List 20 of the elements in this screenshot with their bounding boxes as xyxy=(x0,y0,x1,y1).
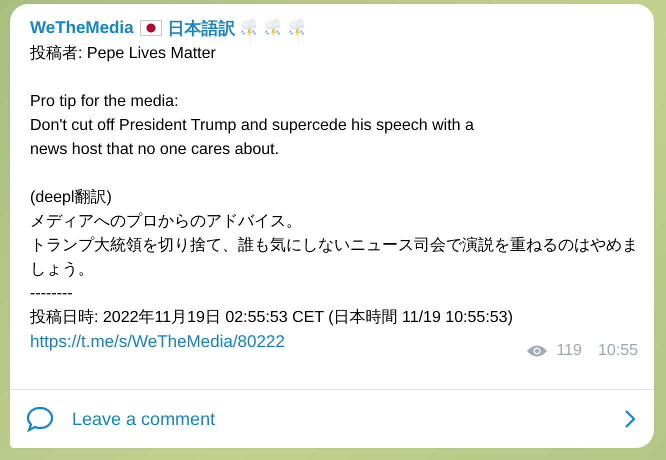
message-text: -------- xyxy=(30,284,73,304)
leave-comment-link[interactable]: Leave a comment xyxy=(72,408,606,430)
message-text: news host that no one cares about. xyxy=(30,140,280,160)
message-text: Pro tip for the media: xyxy=(30,92,179,112)
message-text: 投稿者: Pepe Lives Matter xyxy=(30,44,216,64)
view-count: 119 xyxy=(556,342,582,360)
channel-suffix[interactable]: 日本語訳 xyxy=(168,16,236,40)
japan-flag-icon xyxy=(140,20,162,36)
message-time: 10:55 xyxy=(598,342,638,360)
message-text: トランプ大統領を切り捨て、誰も気にしないニュース司会で演説を重ねるのはやめま xyxy=(30,236,638,256)
channel-name[interactable]: WeTheMedia xyxy=(30,18,134,38)
chevron-right-icon[interactable] xyxy=(624,409,636,429)
message-text: しょう。 xyxy=(30,260,94,280)
post-link[interactable]: https://t.me/s/WeTheMedia/80222 xyxy=(30,330,285,354)
comment-icon[interactable] xyxy=(26,405,54,433)
message-text: (deepl翻訳) xyxy=(30,188,112,208)
eye-icon xyxy=(526,344,548,358)
message-text: 投稿日時: 2022年11月19日 02:55:53 CET (日本時間 11/19 10:55:53) xyxy=(30,308,513,328)
message-text: メディアへのプロからのアドバイス。 xyxy=(30,212,302,232)
message-text: Don't cut off President Trump and supercede his speech with a xyxy=(30,116,474,136)
